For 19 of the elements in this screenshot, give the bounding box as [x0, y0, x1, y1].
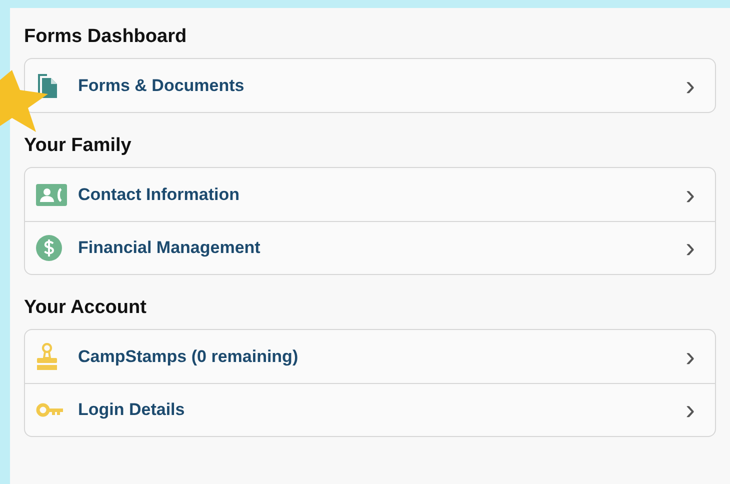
chevron-icon: › [686, 234, 695, 262]
menu-item[interactable]: Contact Information › [25, 168, 715, 221]
stamp-icon [36, 343, 58, 370]
chevron-icon: › [686, 72, 695, 100]
menu-item[interactable]: Forms & Documents › [25, 59, 715, 112]
menu-item[interactable]: Financial Management › [25, 221, 715, 274]
section-heading: Your Account [24, 297, 148, 319]
contact-card-icon [36, 184, 67, 206]
section-heading: Your Family [24, 135, 132, 157]
menu-item[interactable]: Login Details › [25, 383, 715, 436]
document-icon [36, 72, 58, 98]
section-heading: Forms Dashboard [24, 26, 188, 48]
chevron-icon: › [686, 396, 695, 424]
key-icon [36, 403, 64, 417]
menu-item[interactable]: CampStamps (0 remaining) › [25, 330, 715, 383]
star-icon [0, 70, 48, 132]
dollar-icon [36, 235, 62, 261]
chevron-icon: › [686, 180, 695, 208]
chevron-icon: › [686, 342, 695, 370]
